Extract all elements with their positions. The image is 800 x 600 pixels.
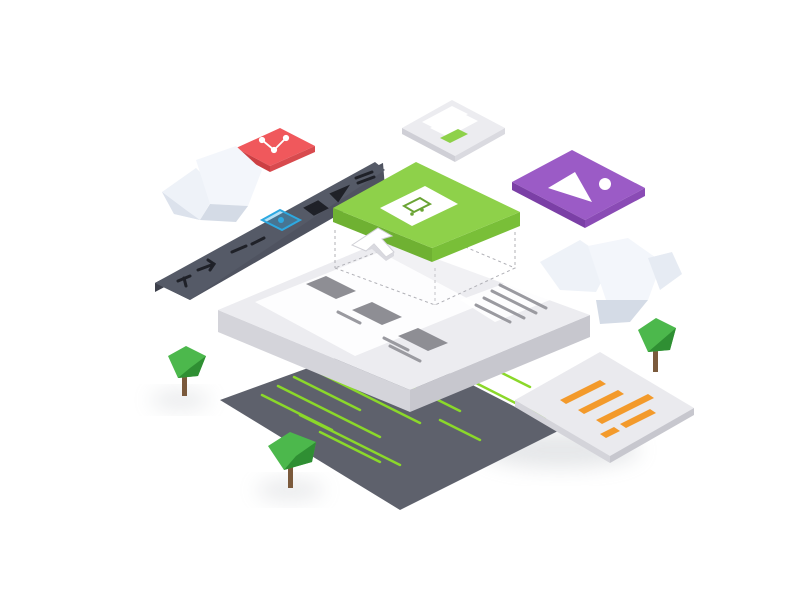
tree-left [168,346,206,396]
isometric-illustration [0,0,800,600]
tree-bottom [268,432,316,488]
image-card [512,150,645,228]
tree-right [638,318,676,372]
cloud-left [162,146,262,222]
illustration-canvas [150,100,694,510]
form-card [402,100,505,162]
